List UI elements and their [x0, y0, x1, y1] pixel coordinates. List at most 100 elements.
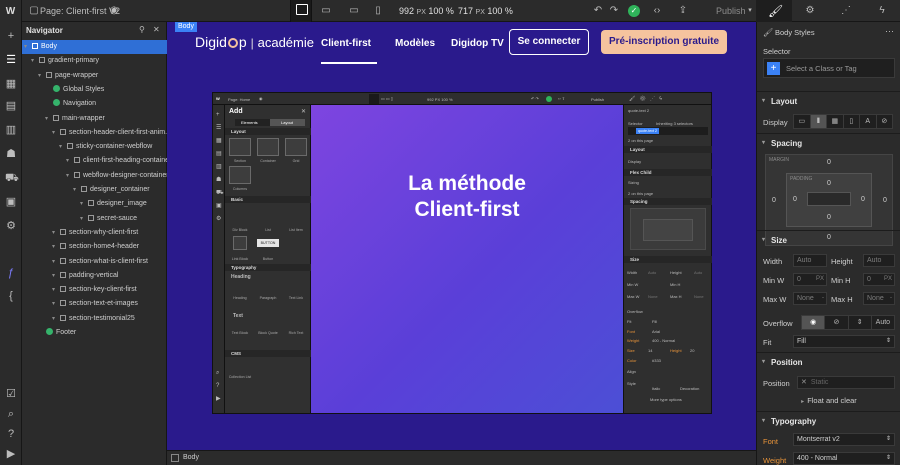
publish-chevron-icon[interactable]: ▾ — [744, 5, 756, 17]
display-block-icon[interactable]: ▭ — [794, 115, 811, 128]
navigator-item[interactable]: ▾ padding-vertical — [22, 269, 167, 283]
signup-button[interactable]: Pré-inscription gratuite — [601, 30, 727, 54]
finsweet-icon[interactable]: ƒ — [5, 267, 17, 279]
navigator-item[interactable]: ▾ main-wrapper — [22, 112, 167, 126]
expand-toggle-icon[interactable]: ▾ — [66, 169, 74, 183]
display-inline-icon[interactable]: ▯ — [844, 115, 860, 128]
canvas-height[interactable]: 717 PX 100 % — [458, 6, 513, 16]
mobile-landscape-icon[interactable]: ▭ — [348, 5, 360, 17]
add-panel-icon[interactable]: + — [5, 30, 17, 42]
login-button[interactable]: Se connecter — [509, 29, 589, 55]
position-section-header[interactable]: ▾ Position — [757, 352, 900, 371]
canvas-width[interactable]: 992 PX 100 % — [399, 6, 454, 16]
nav-link-modeles[interactable]: Modèles — [395, 38, 435, 49]
navigator-item[interactable]: Navigation — [22, 97, 167, 111]
height-input[interactable]: Auto — [863, 254, 895, 267]
font-select[interactable]: Montserrat v2 ⇕ — [793, 433, 895, 446]
margin-left[interactable]: 0 — [772, 197, 776, 204]
symbols-icon[interactable]: ▦ — [5, 78, 17, 90]
overflow-options[interactable]: ◉ ⊘ ⇕ Auto — [801, 315, 895, 330]
margin-right[interactable]: 0 — [883, 197, 887, 204]
expand-toggle-icon[interactable]: ▾ — [52, 283, 60, 297]
overflow-visible-icon[interactable]: ◉ — [802, 316, 826, 329]
layout-section-header[interactable]: ▾ Layout — [757, 91, 900, 110]
expand-toggle-icon[interactable]: ▾ — [59, 140, 67, 154]
display-text-icon[interactable]: A — [860, 115, 877, 128]
tablet-icon[interactable]: ▭ — [320, 5, 332, 17]
expand-toggle-icon[interactable]: ▾ — [80, 197, 88, 211]
expand-toggle-icon[interactable]: ▾ — [66, 154, 74, 168]
assets-icon[interactable]: ▣ — [5, 196, 17, 208]
code-icon[interactable]: ‹› — [651, 5, 663, 17]
expand-toggle-icon[interactable]: ▾ — [52, 126, 60, 140]
display-none-icon[interactable]: ⊘ — [877, 115, 893, 128]
min-width-input[interactable]: 0 PX — [793, 273, 827, 286]
navigator-item[interactable]: ▾ section-testimonial25 — [22, 312, 167, 326]
min-height-input[interactable]: 0 PX — [863, 273, 895, 286]
fit-select[interactable]: Fill ⇕ — [793, 335, 895, 348]
help-icon[interactable]: ? — [5, 428, 17, 440]
audit-check-icon[interactable]: ☑ — [5, 388, 17, 400]
display-flex-icon[interactable]: ⫴ — [810, 115, 827, 128]
cms-icon[interactable]: ▥ — [5, 124, 17, 136]
design-canvas[interactable]: Body Digid p | académie Client-first Modè… — [167, 22, 756, 450]
weight-select[interactable]: 400 - Normal ⇕ — [793, 452, 895, 465]
padding-top[interactable]: 0 — [827, 180, 831, 187]
webflow-logo[interactable]: W — [0, 0, 22, 22]
expand-toggle-icon[interactable]: ▾ — [52, 269, 60, 283]
overflow-hidden-icon[interactable]: ⊘ — [825, 316, 849, 329]
size-section-header[interactable]: ▾ Size — [757, 230, 900, 249]
expand-toggle-icon[interactable]: ▾ — [52, 297, 60, 311]
more-options-icon[interactable]: ⋯ — [885, 26, 894, 37]
spacing-section-header[interactable]: ▾ Spacing — [757, 133, 900, 152]
expand-toggle-icon[interactable]: ▾ — [52, 255, 60, 269]
selector-input[interactable]: + Select a Class or Tag — [763, 58, 895, 78]
redo-icon[interactable]: ↷ — [608, 5, 620, 17]
expand-toggle-icon[interactable]: ▾ — [24, 40, 32, 54]
navigator-item[interactable]: ▾ sticky-container-webflow — [22, 140, 167, 154]
desktop-breakpoint[interactable] — [290, 0, 312, 22]
navigator-item[interactable]: ▾ page-wrapper — [22, 69, 167, 83]
interactions-icon[interactable]: ⋰ — [840, 5, 852, 17]
navigator-item[interactable]: ▾ webflow-designer-container — [22, 169, 167, 183]
navigator-item[interactable]: ▾ section-why-client-first — [22, 226, 167, 240]
display-options[interactable]: ▭ ⫴ ▦ ▯ A ⊘ — [793, 114, 893, 129]
display-grid-icon[interactable]: ▦ — [827, 115, 844, 128]
style-tab[interactable]: 🖌 — [756, 0, 792, 22]
navigator-item[interactable]: ▾ gradient-primary — [22, 54, 167, 68]
nav-link-digidop-tv[interactable]: Digidop TV — [451, 38, 504, 49]
publish-button[interactable]: Publish — [716, 6, 746, 16]
padding-box[interactable]: PADDING 0 0 0 0 — [786, 173, 872, 227]
settings-icon[interactable]: ⚙ — [5, 220, 17, 232]
pages-icon[interactable]: ▤ — [5, 100, 17, 112]
navigator-icon[interactable]: ☰ — [5, 54, 17, 66]
search-icon[interactable]: ⌕ — [5, 408, 17, 420]
navigator-item[interactable]: ▾ designer_image — [22, 197, 167, 211]
expand-toggle-icon[interactable]: ▾ — [52, 312, 60, 326]
video-icon[interactable]: ▶ — [5, 448, 17, 460]
add-class-plus-icon[interactable]: + — [767, 62, 780, 75]
users-icon[interactable]: ☗ — [5, 148, 17, 160]
variables-icon[interactable]: { — [5, 290, 17, 302]
breadcrumb-body[interactable]: Body — [183, 454, 199, 461]
navigator-item[interactable]: ▾ designer_container — [22, 183, 167, 197]
navigator-item[interactable]: Global Styles — [22, 83, 167, 97]
expand-toggle-icon[interactable]: ▾ — [31, 54, 39, 68]
navigator-item[interactable]: ▾ section-text-et-images — [22, 297, 167, 311]
position-select[interactable]: ✕ Static — [797, 376, 895, 389]
navigator-item[interactable]: ▾ section-home4-header — [22, 240, 167, 254]
expand-toggle-icon[interactable]: ▾ — [80, 212, 88, 226]
expand-toggle-icon[interactable]: ▾ — [45, 112, 53, 126]
navigator-item[interactable]: ▾ secret-sauce — [22, 212, 167, 226]
overflow-auto[interactable]: Auto — [872, 316, 894, 329]
overflow-scroll-icon[interactable]: ⇕ — [849, 316, 872, 329]
close-icon[interactable]: ✕ — [153, 25, 160, 34]
expand-toggle-icon[interactable]: ▾ — [52, 240, 60, 254]
navigator-item[interactable]: ▾ Body — [22, 40, 167, 54]
ecommerce-icon[interactable]: ⛟ — [5, 172, 19, 184]
export-icon[interactable]: ⇪ — [677, 5, 689, 17]
navigator-item[interactable]: Footer — [22, 326, 167, 340]
mobile-portrait-icon[interactable]: ▯ — [372, 5, 384, 17]
navigator-item[interactable]: ▾ section-what-is-client-first — [22, 255, 167, 269]
brand-logo[interactable]: Digid p | académie — [195, 34, 314, 50]
